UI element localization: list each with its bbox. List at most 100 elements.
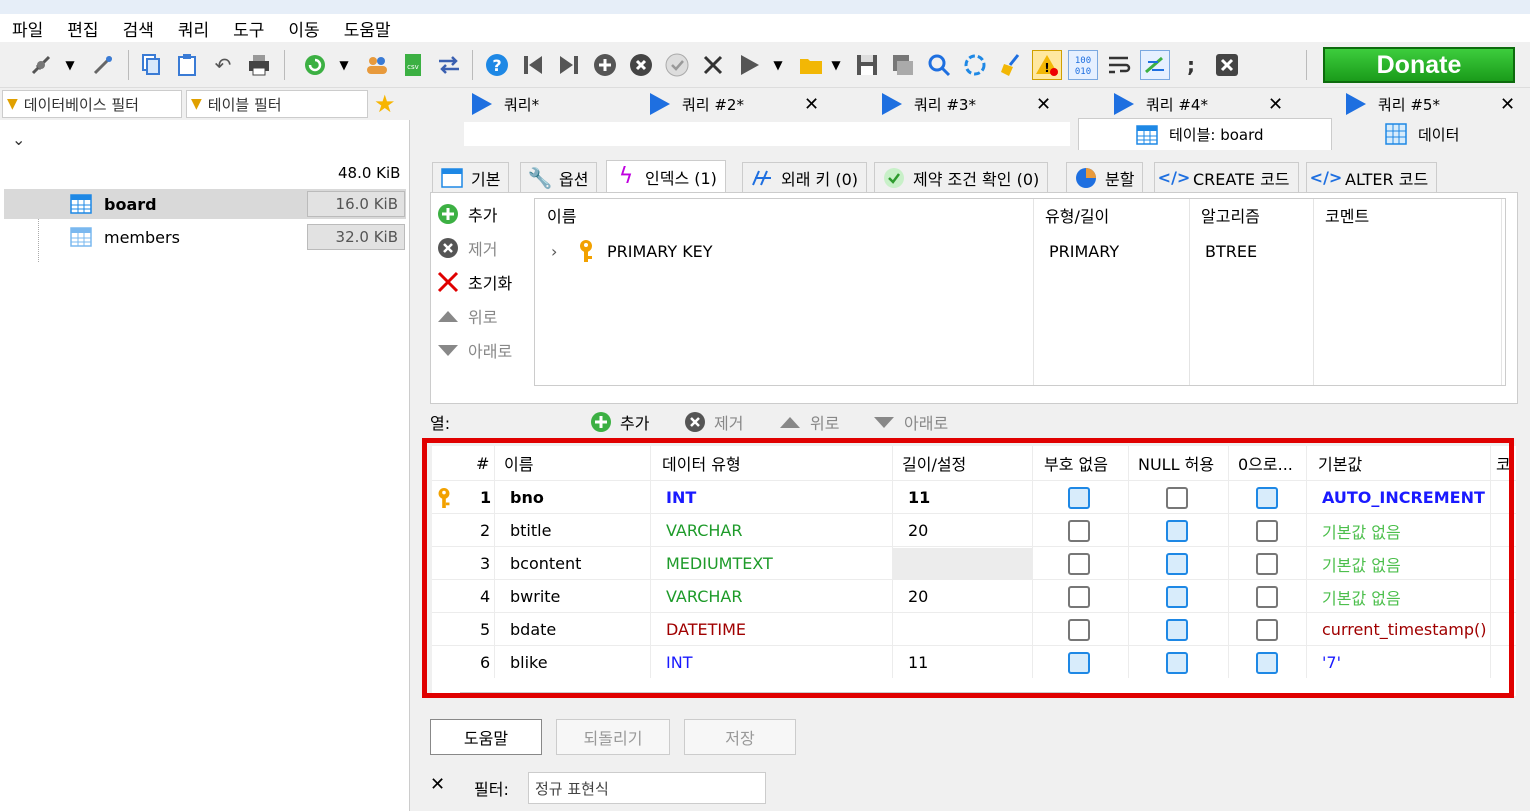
help-icon[interactable]: ? (482, 50, 512, 80)
menu-file[interactable]: 파일 (0, 16, 55, 41)
help-button[interactable]: 도움말 (430, 719, 542, 755)
unsigned-checkbox[interactable] (1068, 580, 1090, 613)
warning-icon[interactable]: ! (1032, 50, 1062, 80)
chevron-down-icon[interactable]: ▼ (826, 50, 846, 80)
add-record-icon[interactable] (590, 50, 620, 80)
close-icon[interactable] (1212, 50, 1242, 80)
reset-index-button[interactable]: 초기화 (436, 268, 512, 296)
chevron-down-icon[interactable]: ▼ (334, 50, 354, 80)
close-icon[interactable]: ✕ (1500, 94, 1515, 115)
undo-icon[interactable]: ↶ (208, 50, 238, 80)
column-name[interactable]: bcontent (510, 547, 581, 580)
zerofill-checkbox[interactable] (1256, 481, 1278, 514)
table-row[interactable]: 3 bcontent MEDIUMTEXT 기본값 없음 (432, 546, 1516, 579)
column-datatype[interactable]: INT (666, 481, 696, 514)
tab-create-code[interactable]: </> CREATE 코드 (1154, 162, 1299, 192)
remove-index-button[interactable]: 제거 (436, 234, 497, 262)
format-icon[interactable] (1140, 50, 1170, 80)
favorite-star-icon[interactable]: ★ (374, 90, 396, 118)
column-datatype[interactable]: VARCHAR (666, 514, 742, 547)
unsigned-checkbox[interactable] (1068, 481, 1090, 514)
add-index-button[interactable]: 추가 (436, 200, 497, 228)
broom-icon[interactable] (996, 50, 1026, 80)
column-length[interactable]: 11 (908, 646, 928, 679)
column-number[interactable]: 1 (480, 481, 491, 514)
revert-button[interactable]: 되돌리기 (556, 719, 670, 755)
column-number[interactable]: 3 (480, 547, 490, 580)
tab-partitions[interactable]: 분할 (1066, 162, 1144, 192)
cancel-icon[interactable] (698, 50, 728, 80)
table-row[interactable]: 6 blike INT 11 '7' (432, 645, 1516, 678)
regex-filter-input[interactable]: 정규 표현식 (528, 772, 766, 804)
unsigned-checkbox[interactable] (1068, 514, 1090, 547)
save-as-icon[interactable] (888, 50, 918, 80)
chevron-down-icon[interactable]: ▼ (768, 50, 788, 80)
tab-data[interactable]: 데이터 (1384, 118, 1504, 150)
save-icon[interactable] (852, 50, 882, 80)
move-column-up-button[interactable]: 위로 (778, 408, 839, 436)
tab-query-4[interactable]: 쿼리 #4* ✕ (1114, 90, 1290, 118)
column-default[interactable]: '7' (1322, 646, 1341, 679)
last-record-icon[interactable] (554, 50, 584, 80)
unsigned-checkbox[interactable] (1068, 613, 1090, 646)
column-datatype[interactable]: MEDIUMTEXT (666, 547, 773, 580)
menu-tools[interactable]: 도구 (221, 16, 276, 41)
tab-query-5[interactable]: 쿼리 #5* ✕ (1346, 90, 1526, 118)
tab-table[interactable]: 테이블: board (1078, 118, 1332, 150)
move-column-down-button[interactable]: 아래로 (872, 408, 948, 436)
semicolon-icon[interactable]: ; (1176, 50, 1206, 80)
chevron-down-icon[interactable]: ⌄ (12, 130, 25, 149)
table-filter-input[interactable]: ▼ 테이블 필터 (186, 90, 368, 118)
first-record-icon[interactable] (518, 50, 548, 80)
column-datatype[interactable]: VARCHAR (666, 580, 742, 613)
column-datatype[interactable]: INT (666, 646, 692, 679)
nullable-checkbox[interactable] (1166, 646, 1188, 679)
column-default[interactable]: current_timestamp() (1322, 613, 1487, 646)
run-icon[interactable] (734, 50, 764, 80)
tab-alter-code[interactable]: </> ALTER 코드 (1306, 162, 1438, 192)
save-button[interactable]: 저장 (684, 719, 796, 755)
table-row[interactable]: 5 bdate DATETIME current_timestamp() (432, 612, 1516, 645)
column-name[interactable]: bwrite (510, 580, 560, 613)
add-column-button[interactable]: 추가 (590, 408, 649, 436)
wrap-icon[interactable] (1104, 50, 1134, 80)
column-default[interactable]: 기본값 없음 (1322, 580, 1401, 613)
zerofill-checkbox[interactable] (1256, 580, 1278, 613)
disconnect-icon[interactable] (88, 50, 118, 80)
menu-edit[interactable]: 편집 (55, 16, 110, 41)
column-number[interactable]: 6 (480, 646, 490, 679)
column-name[interactable]: bno (510, 481, 544, 514)
tab-query-1[interactable]: 쿼리* (472, 90, 648, 118)
remove-column-button[interactable]: 제거 (684, 408, 743, 436)
donate-button[interactable]: Donate (1323, 47, 1515, 83)
nullable-checkbox[interactable] (1166, 547, 1188, 580)
column-default[interactable]: 기본값 없음 (1322, 514, 1401, 547)
binary-icon[interactable]: 100 010 (1068, 50, 1098, 80)
index-row[interactable]: › PRIMARY KEY PRIMARY BTREE (535, 235, 1505, 267)
column-name[interactable]: bdate (510, 613, 556, 646)
menu-go[interactable]: 이동 (276, 16, 331, 41)
folder-icon[interactable] (796, 50, 826, 80)
zerofill-checkbox[interactable] (1256, 514, 1278, 547)
paste-icon[interactable] (172, 50, 202, 80)
tab-check-constraints[interactable]: 제약 조건 확인 (0) (874, 162, 1049, 192)
table-row[interactable]: 2 btitle VARCHAR 20 기본값 없음 (432, 513, 1516, 546)
chevron-down-icon[interactable]: ▼ (60, 50, 80, 80)
column-length[interactable]: 20 (908, 514, 928, 547)
menu-help[interactable]: 도움말 (332, 16, 403, 41)
copy-icon[interactable] (136, 50, 166, 80)
nullable-checkbox[interactable] (1166, 580, 1188, 613)
nullable-checkbox[interactable] (1166, 514, 1188, 547)
column-default[interactable]: AUTO_INCREMENT (1322, 481, 1485, 514)
post-icon[interactable] (662, 50, 692, 80)
column-length[interactable]: 20 (908, 580, 928, 613)
table-row[interactable]: 4 bwrite VARCHAR 20 기본값 없음 (432, 579, 1516, 612)
tree-item-members[interactable]: members 32.0 KiB (4, 222, 406, 252)
close-icon[interactable]: ✕ (804, 94, 819, 115)
tab-indexes[interactable]: ϟ 인덱스 (1) (606, 160, 726, 192)
close-icon[interactable]: ✕ (1268, 94, 1283, 115)
tab-foreign-keys[interactable]: 외래 키 (0) (742, 162, 867, 192)
print-icon[interactable] (244, 50, 274, 80)
unsigned-checkbox[interactable] (1068, 646, 1090, 679)
column-number[interactable]: 5 (480, 613, 490, 646)
